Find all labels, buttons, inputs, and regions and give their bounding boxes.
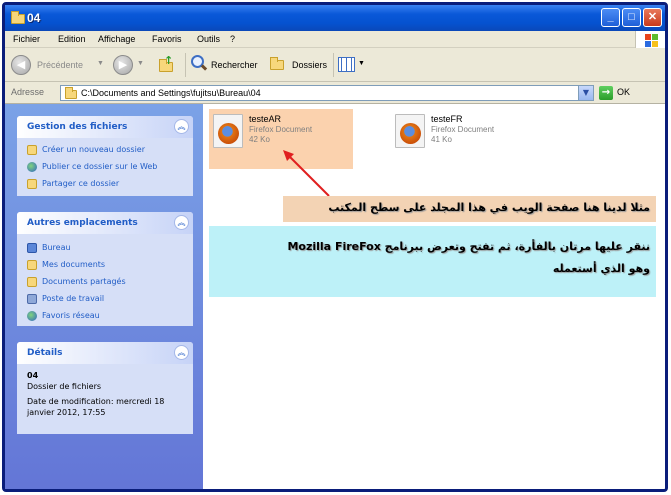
- up-arrow-icon: ↑: [164, 54, 174, 67]
- folders-icon: [270, 57, 284, 70]
- views-button[interactable]: ▼: [338, 55, 368, 75]
- place-mes-documents-label: Mes documents: [42, 260, 106, 269]
- search-handle-icon: [200, 64, 208, 71]
- menu-fichier[interactable]: Fichier: [13, 34, 40, 44]
- folders-label: Dossiers: [292, 60, 328, 70]
- back-arrow-icon: ◀: [11, 55, 31, 75]
- forward-arrow-icon: ▶: [113, 55, 133, 75]
- back-dropdown-icon: ▼: [97, 60, 104, 67]
- network-places-icon: [27, 311, 37, 321]
- minimize-button[interactable]: _: [601, 8, 620, 27]
- annotation-note-2-line2: وهو الذي أستعمله: [552, 262, 650, 275]
- other-places-title: Autres emplacements: [27, 218, 138, 228]
- search-button[interactable]: Rechercher: [191, 54, 265, 76]
- task-share-folder-label: Partager ce dossier: [42, 179, 120, 188]
- menu-edition[interactable]: Edition: [58, 34, 86, 44]
- details-type: Dossier de fichiers: [27, 382, 102, 391]
- place-bureau-label: Bureau: [42, 243, 71, 252]
- new-folder-icon: [27, 145, 37, 155]
- address-dropdown-button[interactable]: ▼: [578, 86, 593, 100]
- window-title: 04: [27, 11, 41, 25]
- search-label: Rechercher: [211, 60, 258, 70]
- forward-dropdown-icon: ▼: [137, 60, 144, 67]
- windows-logo-icon: [635, 31, 665, 48]
- address-label: Adresse: [11, 87, 45, 97]
- back-button[interactable]: ◀ Précédente ▼: [11, 54, 111, 76]
- place-poste-de-travail-label: Poste de travail: [42, 294, 105, 303]
- menu-help[interactable]: ?: [230, 34, 235, 44]
- task-new-folder-label: Créer un nouveau dossier: [42, 145, 146, 154]
- collapse-chevron-icon[interactable]: ︽: [174, 345, 189, 360]
- up-folder-button[interactable]: ↑: [157, 54, 179, 75]
- file-tasks-title: Gestion des fichiers: [27, 122, 128, 132]
- details-header[interactable]: Détails ︽: [17, 342, 193, 364]
- back-label: Précédente: [37, 60, 84, 70]
- share-folder-icon: [27, 179, 37, 189]
- go-button[interactable]: OK: [617, 87, 630, 97]
- my-documents-icon: [27, 260, 37, 270]
- address-value: C:\Documents and Settings\fujitsu\Bureau…: [81, 88, 261, 98]
- toolbar-divider: [185, 53, 186, 77]
- other-places-panel: Autres emplacements ︽ Bureau Mes documen…: [17, 212, 193, 326]
- menu-outils[interactable]: Outils: [197, 34, 220, 44]
- task-publish-web-label: Publier ce dossier sur le Web: [42, 162, 158, 171]
- address-bar: Adresse C:\Documents and Settings\fujits…: [5, 82, 665, 104]
- globe-icon: [27, 162, 37, 172]
- menu-affichage[interactable]: Affichage: [98, 34, 135, 44]
- file-tasks-header[interactable]: Gestion des fichiers ︽: [17, 116, 193, 138]
- go-arrow-icon[interactable]: →: [599, 86, 613, 100]
- menu-favoris[interactable]: Favoris: [152, 34, 182, 44]
- toolbar-divider: [333, 53, 334, 77]
- my-computer-icon: [27, 294, 37, 304]
- annotation-arrow-line: [286, 153, 330, 197]
- details-title: Détails: [27, 348, 63, 358]
- details-panel: Détails ︽ 04 Dossier de fichiers Date de…: [17, 342, 193, 434]
- details-modified-line1: Date de modification: mercredi 18: [27, 397, 165, 406]
- views-dropdown-icon: ▼: [358, 60, 365, 67]
- forward-button[interactable]: ▶ ▼: [113, 54, 151, 76]
- annotation-note-2: ننقر عليها مرتان بالفأرة، ثم تفتح وتعرض …: [209, 226, 656, 297]
- close-button[interactable]: ✕: [643, 8, 662, 27]
- desktop-icon: [27, 243, 37, 253]
- toolbar: ◀ Précédente ▼ ▶ ▼ ↑ Rechercher Dossiers…: [5, 48, 665, 82]
- annotation-note-1: مثلا لدينا هنا صفحة الويب في هذا المجلد …: [283, 196, 656, 222]
- annotation-note-1-text: مثلا لدينا هنا صفحة الويب في هذا المجلد …: [328, 201, 650, 214]
- details-modified-line2: janvier 2012, 17:55: [27, 408, 106, 417]
- maximize-button[interactable]: □: [622, 8, 641, 27]
- other-places-header[interactable]: Autres emplacements ︽: [17, 212, 193, 234]
- menu-bar: Fichier Edition Affichage Favoris Outils…: [5, 31, 665, 48]
- folders-button[interactable]: Dossiers: [268, 54, 334, 76]
- annotation-note-2-line1: ننقر عليها مرتان بالفأرة، ثم تفتح وتعرض …: [287, 240, 650, 253]
- shared-documents-icon: [27, 277, 37, 287]
- address-folder-icon: [65, 87, 77, 99]
- address-input[interactable]: C:\Documents and Settings\fujitsu\Bureau…: [60, 85, 594, 101]
- explorer-window: 04 _ □ ✕ Fichier Edition Affichage Favor…: [2, 2, 668, 492]
- collapse-chevron-icon[interactable]: ︽: [174, 119, 189, 134]
- collapse-chevron-icon[interactable]: ︽: [174, 215, 189, 230]
- place-favoris-reseau-label: Favoris réseau: [42, 311, 100, 320]
- title-bar[interactable]: 04 _ □ ✕: [5, 5, 665, 31]
- folder-icon: [11, 11, 25, 24]
- views-icon: [338, 57, 355, 72]
- place-documents-partages-label: Documents partagés: [42, 277, 126, 286]
- file-tasks-panel: Gestion des fichiers ︽ Créer un nouveau …: [17, 116, 193, 196]
- task-pane: Gestion des fichiers ︽ Créer un nouveau …: [5, 104, 203, 489]
- file-list-area[interactable]: testeAR Firefox Document 42 Ko testeFR F…: [203, 104, 665, 489]
- details-name: 04: [27, 371, 39, 380]
